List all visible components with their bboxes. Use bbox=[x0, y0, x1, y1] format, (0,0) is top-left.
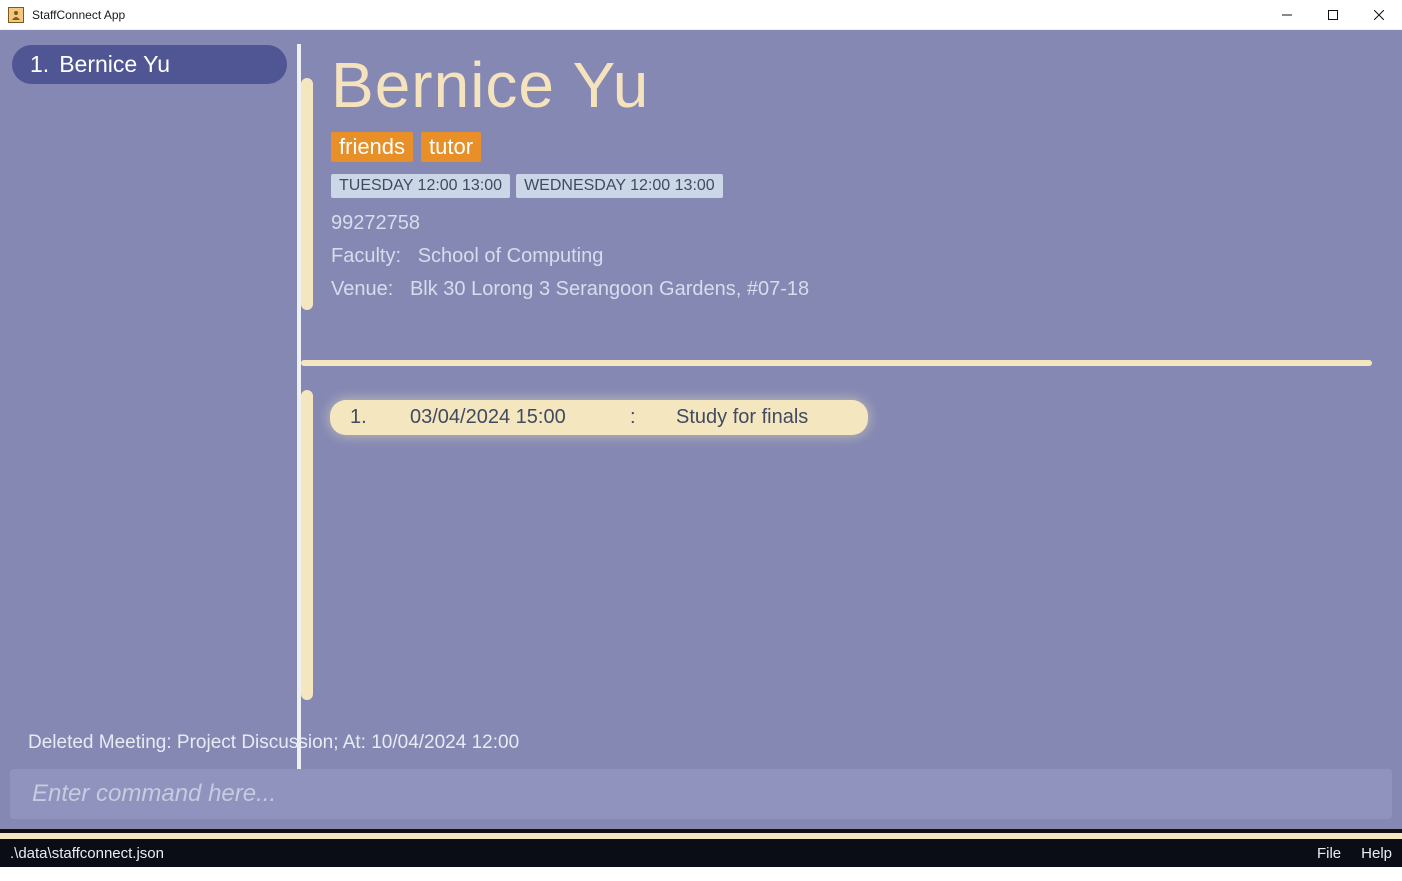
sidebar: 1. Bernice Yu bbox=[0, 30, 297, 829]
window-controls bbox=[1264, 0, 1402, 30]
window-title: StaffConnect App bbox=[32, 8, 125, 22]
faculty-value: School of Computing bbox=[418, 245, 604, 267]
person-name: Bernice Yu bbox=[331, 48, 1372, 122]
sidebar-item-index: 1. bbox=[30, 51, 49, 78]
tag-friends: friends bbox=[331, 132, 413, 162]
venue-line: Venue: Blk 30 Lorong 3 Serangoon Gardens… bbox=[331, 278, 1372, 301]
statusbar-path: .\data\staffconnect.json bbox=[10, 845, 164, 862]
meeting-desc: Study for finals bbox=[676, 406, 808, 429]
sidebar-item-name: Bernice Yu bbox=[59, 51, 170, 78]
statusbar: .\data\staffconnect.json File Help bbox=[0, 833, 1402, 867]
scroll-indicator-meetings[interactable] bbox=[301, 390, 313, 700]
maximize-button[interactable] bbox=[1310, 0, 1356, 30]
menu-help[interactable]: Help bbox=[1361, 845, 1392, 862]
horizontal-divider bbox=[301, 360, 1372, 366]
meetings-list: 1. 03/04/2024 15:00 : Study for finals bbox=[330, 400, 1372, 435]
meeting-sep: : bbox=[630, 406, 636, 429]
close-button[interactable] bbox=[1356, 0, 1402, 30]
slot-tuesday: TUESDAY 12:00 13:00 bbox=[331, 174, 510, 198]
scroll-indicator-detail[interactable] bbox=[301, 78, 313, 310]
venue-value: Blk 30 Lorong 3 Serangoon Gardens, #07-1… bbox=[410, 278, 809, 300]
feedback-message: Deleted Meeting: Project Discussion; At:… bbox=[28, 732, 1382, 754]
venue-label: Venue: bbox=[331, 278, 393, 300]
minimize-button[interactable] bbox=[1264, 0, 1310, 30]
slot-wednesday: WEDNESDAY 12:00 13:00 bbox=[516, 174, 723, 198]
faculty-line: Faculty: School of Computing bbox=[331, 245, 1372, 268]
command-box[interactable] bbox=[10, 769, 1392, 819]
command-input[interactable] bbox=[32, 780, 1370, 808]
faculty-label: Faculty: bbox=[331, 245, 401, 267]
meeting-index: 1. bbox=[350, 406, 370, 429]
statusbar-menus: File Help bbox=[1317, 845, 1392, 862]
tag-tutor: tutor bbox=[421, 132, 481, 162]
tag-row: friends tutor bbox=[331, 132, 1372, 162]
app-body: 1. Bernice Yu Bernice Yu friends tutor T… bbox=[0, 30, 1402, 829]
availability-row: TUESDAY 12:00 13:00 WEDNESDAY 12:00 13:0… bbox=[331, 174, 1372, 198]
titlebar: StaffConnect App bbox=[0, 0, 1402, 30]
meeting-datetime: 03/04/2024 15:00 bbox=[410, 406, 590, 429]
sidebar-item-person[interactable]: 1. Bernice Yu bbox=[12, 45, 287, 84]
app-icon bbox=[8, 7, 24, 23]
phone-value: 99272758 bbox=[331, 212, 1372, 235]
menu-file[interactable]: File bbox=[1317, 845, 1341, 862]
meeting-row[interactable]: 1. 03/04/2024 15:00 : Study for finals bbox=[330, 400, 868, 435]
